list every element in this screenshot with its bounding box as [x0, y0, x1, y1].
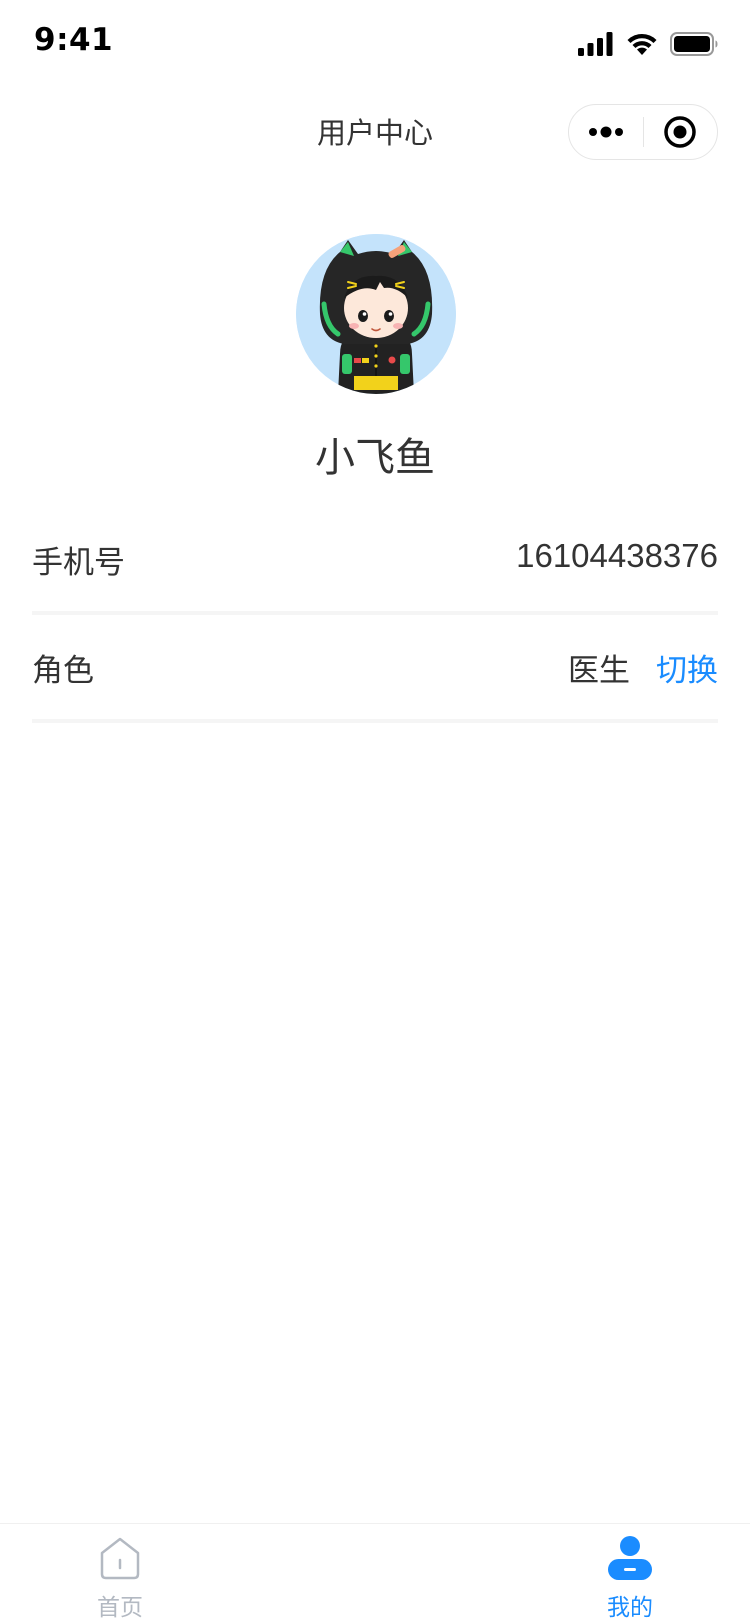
- user-name: 小飞鱼: [315, 435, 435, 481]
- tab-mine[interactable]: 我的: [560, 1524, 700, 1624]
- target-circle-icon: [664, 116, 696, 148]
- phone-label: 手机号: [32, 545, 125, 581]
- tab-home-label: 首页: [97, 1595, 143, 1621]
- home-icon: [100, 1537, 140, 1580]
- tab-bar: 首页 我的: [0, 1523, 750, 1624]
- role-label: 角色: [32, 653, 94, 689]
- tab-mine-icon-wrap: [606, 1534, 654, 1582]
- more-button[interactable]: [569, 105, 643, 159]
- status-bar: 9:41: [0, 0, 750, 88]
- status-time: 9:41: [34, 22, 114, 58]
- role-row: 角色 医生 切换: [32, 615, 718, 723]
- wifi-icon: [627, 33, 657, 55]
- user-icon: [608, 1536, 652, 1580]
- switch-role-button[interactable]: 切换: [656, 645, 718, 690]
- status-icons: [578, 28, 718, 60]
- cellular-signal-icon: [578, 32, 613, 56]
- tab-home-icon-wrap: [96, 1534, 144, 1582]
- role-value: 医生: [568, 653, 630, 689]
- role-value-wrap: 医生 切换: [568, 645, 718, 690]
- phone-value: 16104438376: [516, 537, 718, 574]
- battery-icon: [670, 32, 718, 56]
- nav-bar: 用户中心: [0, 88, 750, 176]
- cartoon-avatar-icon: [296, 234, 456, 394]
- tab-mine-label: 我的: [607, 1595, 653, 1621]
- mini-program-capsule: [568, 104, 718, 160]
- phone-row: 手机号 16104438376: [32, 507, 718, 615]
- avatar: [296, 234, 456, 394]
- tab-home[interactable]: 首页: [50, 1524, 190, 1624]
- phone-value-wrap: 16104438376: [516, 537, 718, 575]
- close-mini-program-button[interactable]: [644, 105, 718, 159]
- more-dots-icon: [588, 126, 623, 138]
